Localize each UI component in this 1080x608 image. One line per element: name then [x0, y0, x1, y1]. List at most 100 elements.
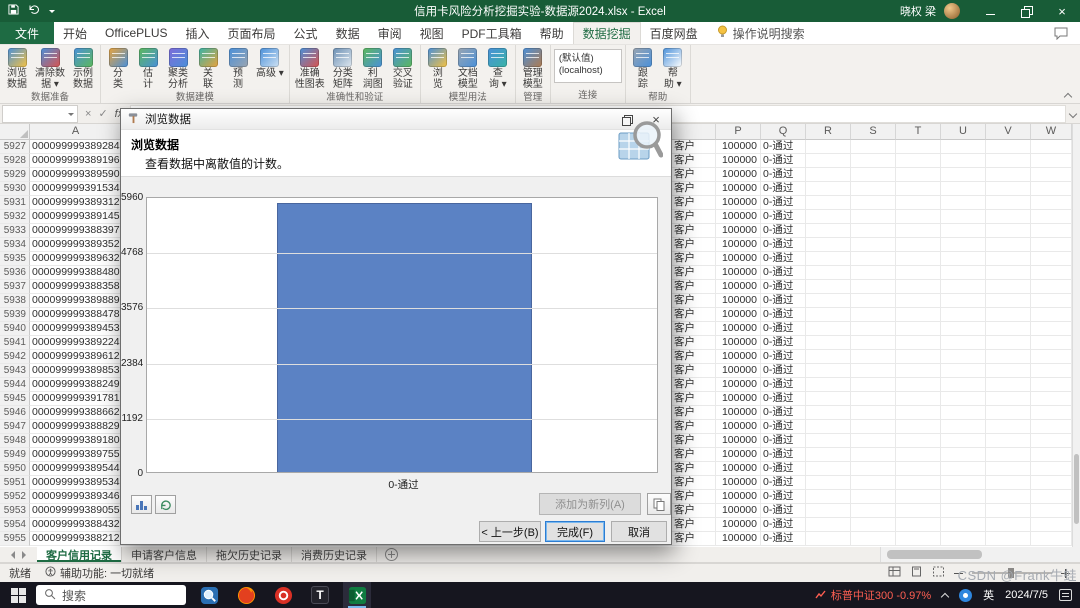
- cell-o-partial[interactable]: 客户: [672, 140, 716, 154]
- ribbon-profit-chart-button[interactable]: 利 润图: [359, 47, 387, 91]
- sheet-tab-客户信用记录[interactable]: 客户信用记录: [37, 547, 122, 562]
- cell-empty[interactable]: [851, 462, 896, 476]
- connection-selector[interactable]: (默认值) (localhost): [554, 49, 622, 83]
- cell-o-partial[interactable]: 客户: [672, 238, 716, 252]
- tab-数据[interactable]: 数据: [327, 22, 369, 44]
- cell-q[interactable]: 0-通过: [761, 252, 806, 266]
- row-number[interactable]: 5952: [0, 490, 30, 504]
- cell-p[interactable]: 100000: [716, 196, 761, 210]
- cell-p[interactable]: 100000: [716, 238, 761, 252]
- cell-empty[interactable]: [806, 420, 851, 434]
- cell-empty[interactable]: [806, 350, 851, 364]
- taskbar-date[interactable]: 2024/7/5: [1005, 589, 1048, 601]
- cell-o-partial[interactable]: 客户: [672, 252, 716, 266]
- action-center-icon[interactable]: [1059, 589, 1072, 601]
- cell-empty[interactable]: [1031, 154, 1072, 168]
- row-number[interactable]: 5954: [0, 518, 30, 532]
- cell-empty[interactable]: [806, 182, 851, 196]
- cell-empty[interactable]: [1031, 280, 1072, 294]
- cell-empty[interactable]: [896, 392, 941, 406]
- cell-empty[interactable]: [806, 196, 851, 210]
- cell-empty[interactable]: [851, 350, 896, 364]
- page-layout-view-icon[interactable]: [910, 566, 923, 580]
- ribbon-associate-button[interactable]: 关 联: [194, 47, 222, 91]
- ribbon-help-button[interactable]: 帮 助 ▾: [659, 47, 687, 91]
- cell-q[interactable]: 0-通过: [761, 196, 806, 210]
- cell-empty[interactable]: [941, 224, 986, 238]
- cell-empty[interactable]: [896, 434, 941, 448]
- t-app-icon[interactable]: T: [306, 582, 334, 608]
- cell-empty[interactable]: [806, 322, 851, 336]
- excel-taskbar-icon[interactable]: [343, 582, 371, 608]
- minimize-button[interactable]: [972, 0, 1008, 22]
- row-number[interactable]: 5936: [0, 266, 30, 280]
- cell-empty[interactable]: [986, 210, 1031, 224]
- cell-a[interactable]: 000099999389453: [30, 322, 122, 336]
- cell-q[interactable]: 0-通过: [761, 504, 806, 518]
- cell-a[interactable]: 000099999389534: [30, 476, 122, 490]
- cell-a[interactable]: 000099999389612: [30, 350, 122, 364]
- cell-empty[interactable]: [1031, 490, 1072, 504]
- cell-empty[interactable]: [1031, 308, 1072, 322]
- cell-empty[interactable]: [896, 378, 941, 392]
- cell-empty[interactable]: [1031, 252, 1072, 266]
- tab-file[interactable]: 文件: [0, 22, 54, 44]
- cell-p[interactable]: 100000: [716, 322, 761, 336]
- cell-empty[interactable]: [1031, 224, 1072, 238]
- cell-empty[interactable]: [806, 504, 851, 518]
- column-header-S[interactable]: S: [851, 124, 896, 140]
- cell-a[interactable]: 000099999389196: [30, 154, 122, 168]
- cell-q[interactable]: 0-通过: [761, 168, 806, 182]
- cell-empty[interactable]: [806, 294, 851, 308]
- cell-o-partial[interactable]: 客户: [672, 266, 716, 280]
- page-break-view-icon[interactable]: [932, 566, 945, 580]
- ribbon-cluster-button[interactable]: 聚类 分析: [164, 47, 192, 91]
- cell-empty[interactable]: [941, 364, 986, 378]
- cell-empty[interactable]: [896, 462, 941, 476]
- cell-empty[interactable]: [986, 406, 1031, 420]
- finish-button[interactable]: 完成(F): [545, 521, 605, 542]
- cell-empty[interactable]: [896, 266, 941, 280]
- cell-empty[interactable]: [1031, 322, 1072, 336]
- cell-p[interactable]: 100000: [716, 504, 761, 518]
- cell-a[interactable]: 000099999389853: [30, 364, 122, 378]
- cell-empty[interactable]: [896, 196, 941, 210]
- ribbon-sample-data-button[interactable]: 示例 数据: [69, 47, 97, 91]
- cell-a[interactable]: 000099999389755: [30, 448, 122, 462]
- column-header-a[interactable]: A: [30, 124, 122, 140]
- add-as-new-column-button[interactable]: 添加为新列(A): [539, 493, 641, 515]
- cell-empty[interactable]: [896, 420, 941, 434]
- row-number[interactable]: 5948: [0, 434, 30, 448]
- sheet-nav-left-icon[interactable]: [7, 551, 15, 559]
- cell-empty[interactable]: [806, 462, 851, 476]
- column-header-U[interactable]: U: [941, 124, 986, 140]
- cell-q[interactable]: 0-通过: [761, 378, 806, 392]
- cell-empty[interactable]: [896, 350, 941, 364]
- cell-p[interactable]: 100000: [716, 378, 761, 392]
- cell-p[interactable]: 100000: [716, 518, 761, 532]
- cell-p[interactable]: 100000: [716, 266, 761, 280]
- cell-empty[interactable]: [896, 490, 941, 504]
- cell-o-partial[interactable]: 客户: [672, 378, 716, 392]
- cell-empty[interactable]: [851, 364, 896, 378]
- cell-empty[interactable]: [806, 154, 851, 168]
- ribbon-estimate-button[interactable]: 估 计: [134, 47, 162, 91]
- cell-empty[interactable]: [941, 420, 986, 434]
- cell-empty[interactable]: [896, 252, 941, 266]
- back-button[interactable]: < 上一步(B): [479, 521, 541, 542]
- cell-empty[interactable]: [896, 224, 941, 238]
- cell-empty[interactable]: [986, 420, 1031, 434]
- cell-empty[interactable]: [941, 154, 986, 168]
- magnifier-app-icon[interactable]: [195, 582, 223, 608]
- normal-view-icon[interactable]: [888, 566, 901, 580]
- cell-q[interactable]: 0-通过: [761, 518, 806, 532]
- tab-插入[interactable]: 插入: [177, 22, 219, 44]
- cell-empty[interactable]: [941, 462, 986, 476]
- cell-empty[interactable]: [941, 490, 986, 504]
- cell-empty[interactable]: [806, 280, 851, 294]
- cell-empty[interactable]: [896, 476, 941, 490]
- tab-数据挖掘[interactable]: 数据挖掘: [573, 22, 641, 44]
- row-number[interactable]: 5951: [0, 476, 30, 490]
- cell-a[interactable]: 000099999388249: [30, 378, 122, 392]
- row-number[interactable]: 5953: [0, 504, 30, 518]
